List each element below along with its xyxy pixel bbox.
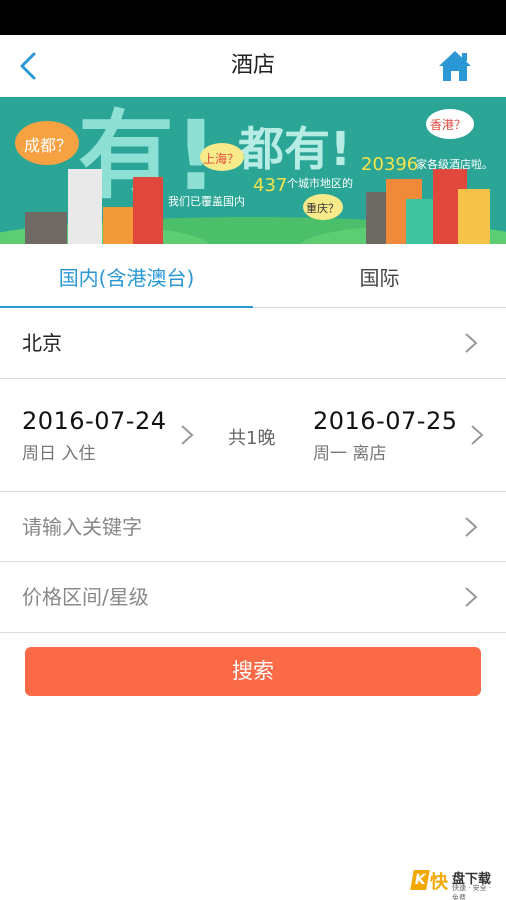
watermark-logo: K 快 盘下载 快速 · 安全 · 免费 xyxy=(410,868,500,900)
banner-illustration: 有! 都有! 成都？ 上海？ 香港？ 重庆？ 我们已覆盖国内 437 个城市地区… xyxy=(0,97,506,244)
home-button[interactable] xyxy=(434,45,476,87)
chevron-right-icon xyxy=(465,587,478,607)
chevron-right-icon xyxy=(465,333,478,353)
price-star-filter[interactable]: 价格区间/星级 xyxy=(0,562,506,633)
home-icon xyxy=(439,51,471,81)
banner-city-count: 437 xyxy=(253,175,287,196)
banner-hotel-count: 20396 xyxy=(361,154,418,175)
search-button[interactable]: 搜索 xyxy=(25,647,481,696)
tag-shanghai: 上海？ xyxy=(203,151,239,166)
tab-international[interactable]: 国际 xyxy=(253,244,506,308)
page-title: 酒店 xyxy=(230,53,275,78)
tab-domestic[interactable]: 国内(含港澳台) xyxy=(0,244,253,309)
city-value: 北京 xyxy=(22,331,62,355)
banner-tagline-mid: 个城市地区的 xyxy=(287,176,353,190)
tag-hongkong: 香港？ xyxy=(430,118,466,132)
chevron-right-icon xyxy=(465,516,478,537)
checkin-weekday-label: 周日 入住 xyxy=(22,444,96,464)
top-navigation-bar: 酒店 xyxy=(0,35,506,97)
price-star-placeholder: 价格区间/星级 xyxy=(22,585,149,609)
keyword-placeholder: 请输入关键字 xyxy=(22,515,142,539)
keyword-field[interactable]: 请输入关键字 xyxy=(0,492,506,562)
chevron-right-icon xyxy=(471,425,484,445)
status-bar xyxy=(0,0,506,35)
checkout-weekday-label: 周一 离店 xyxy=(313,444,387,464)
tag-chongqing: 重庆？ xyxy=(306,201,339,215)
checkout-date: 2016-07-25 xyxy=(313,407,458,435)
watermark-sub: 快速 · 安全 · 免费 xyxy=(452,884,492,900)
banner-headline-2: 都有! xyxy=(237,122,351,176)
tab-international-label: 国际 xyxy=(359,266,400,290)
chevron-right-icon xyxy=(181,425,194,445)
city-selector[interactable]: 北京 xyxy=(0,308,506,379)
banner-tagline-prefix: 我们已覆盖国内 xyxy=(168,194,245,208)
tab-domestic-label: 国内(含港澳台) xyxy=(58,266,195,290)
tag-chengdu: 成都？ xyxy=(24,136,72,155)
date-selector: 2016-07-24 周日 入住 共1晚 2016-07-25 周一 离店 xyxy=(0,379,506,492)
promo-banner[interactable]: 有! 都有! 成都？ 上海？ 香港？ 重庆？ 我们已覆盖国内 437 个城市地区… xyxy=(0,97,506,244)
checkin-date: 2016-07-24 xyxy=(22,407,167,435)
banner-tagline-suffix: 家各级酒店啦。 xyxy=(416,157,493,171)
watermark-k: K xyxy=(410,870,430,890)
watermark-kuai: 快 xyxy=(430,872,448,893)
region-tabs: 国内(含港澳台) 国际 xyxy=(0,244,506,309)
nights-count: 共1晚 xyxy=(228,428,276,449)
